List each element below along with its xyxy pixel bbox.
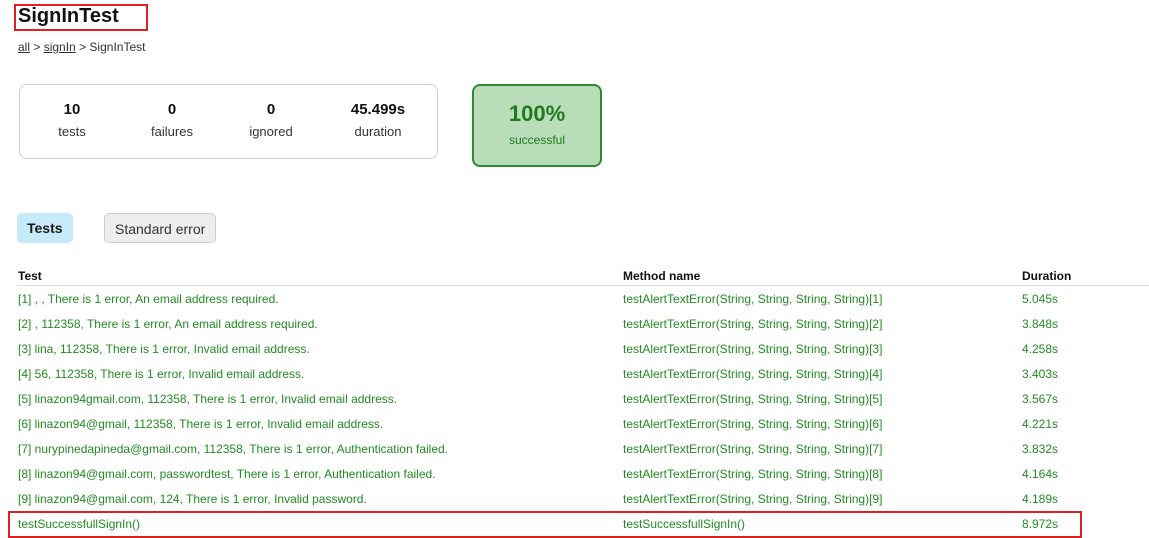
breadcrumb-separator: > — [75, 40, 90, 54]
duration-cell: 8.972s — [1022, 516, 1059, 531]
success-label: successful — [508, 133, 566, 147]
tests-label: tests — [58, 124, 86, 139]
method-name-cell: testAlertTextError(String, String, Strin… — [623, 341, 883, 356]
duration-cell: 3.832s — [1022, 441, 1059, 456]
method-name-cell: testSuccessfullSignIn() — [623, 516, 746, 531]
failures-counter: 0 failures — [122, 101, 222, 139]
test-name-cell: [7] nurypinedapineda@gmail.com, 112358, … — [18, 441, 449, 456]
tab-tests[interactable]: Tests — [17, 213, 73, 243]
test-name-cell: [6] linazon94@gmail, 112358, There is 1 … — [18, 416, 384, 431]
method-name-cell: testAlertTextError(String, String, Strin… — [623, 366, 883, 381]
table-header-row: Test Method name Duration — [17, 266, 1149, 286]
test-name-cell: [3] lina, 112358, There is 1 error, Inva… — [18, 341, 310, 356]
ignored-count: 0 — [266, 101, 276, 118]
breadcrumb-current: SignInTest — [89, 40, 146, 54]
table-row: [8] linazon94@gmail.com, passwordtest, T… — [17, 461, 1149, 486]
breadcrumb-link-all[interactable]: all — [18, 40, 30, 54]
test-name-cell: [1] , , There is 1 error, An email addre… — [18, 291, 279, 306]
failures-count: 0 — [167, 101, 177, 118]
tab-standard-error[interactable]: Standard error — [104, 213, 217, 243]
duration-value: 45.499s — [350, 101, 406, 118]
test-name-cell: [5] linazon94gmail.com, 112358, There is… — [18, 391, 398, 406]
duration-label: duration — [354, 124, 402, 139]
page-title: SignInTest — [18, 5, 119, 27]
method-name-cell: testAlertTextError(String, String, Strin… — [623, 491, 883, 506]
ignored-label: ignored — [249, 124, 293, 139]
table-row: [4] 56, 112358, There is 1 error, Invali… — [17, 361, 1149, 386]
table-row: [7] nurypinedapineda@gmail.com, 112358, … — [17, 436, 1149, 461]
table-row: [5] linazon94gmail.com, 112358, There is… — [17, 386, 1149, 411]
summary-panel: 10 tests 0 failures 0 ignored 45.499s du… — [19, 84, 438, 159]
duration-cell: 4.221s — [1022, 416, 1059, 431]
success-rate: 100% — [508, 101, 566, 126]
test-name-cell: [9] linazon94@gmail.com, 124, There is 1… — [18, 491, 367, 506]
breadcrumb-link-signin[interactable]: signIn — [44, 40, 76, 54]
duration-cell: 3.567s — [1022, 391, 1059, 406]
duration-cell: 4.189s — [1022, 491, 1059, 506]
test-name-cell: testSuccessfullSignIn() — [18, 516, 141, 531]
breadcrumb-separator: > — [30, 40, 44, 54]
tests-counter: 10 tests — [22, 101, 122, 139]
method-name-cell: testAlertTextError(String, String, Strin… — [623, 391, 883, 406]
table-row: [6] linazon94@gmail, 112358, There is 1 … — [17, 411, 1149, 436]
table-row: [1] , , There is 1 error, An email addre… — [17, 286, 1149, 312]
table-row: [2] , 112358, There is 1 error, An email… — [17, 311, 1149, 336]
table-row: [3] lina, 112358, There is 1 error, Inva… — [17, 336, 1149, 361]
column-header-test: Test — [17, 266, 622, 286]
test-name-cell: [4] 56, 112358, There is 1 error, Invali… — [18, 366, 305, 381]
breadcrumb: all > signIn > SignInTest — [18, 40, 145, 54]
duration-cell: 4.258s — [1022, 341, 1059, 356]
column-header-method-name: Method name — [622, 266, 1021, 286]
method-name-cell: testAlertTextError(String, String, Strin… — [623, 416, 883, 431]
method-name-cell: testAlertTextError(String, String, Strin… — [623, 441, 883, 456]
duration-cell: 3.848s — [1022, 316, 1059, 331]
failures-label: failures — [151, 124, 193, 139]
duration-cell: 4.164s — [1022, 466, 1059, 481]
duration-counter: 45.499s duration — [328, 101, 428, 139]
tests-table: Test Method name Duration [1] , , There … — [17, 266, 1149, 536]
duration-cell: 5.045s — [1022, 291, 1059, 306]
method-name-cell: testAlertTextError(String, String, Strin… — [623, 291, 883, 306]
method-name-cell: testAlertTextError(String, String, Strin… — [623, 466, 883, 481]
column-header-duration: Duration — [1021, 266, 1149, 286]
test-name-cell: [8] linazon94@gmail.com, passwordtest, T… — [18, 466, 436, 481]
test-name-cell: [2] , 112358, There is 1 error, An email… — [18, 316, 318, 331]
table-row-highlighted: testSuccessfullSignIn() testSuccessfullS… — [17, 511, 1149, 536]
table-row: [9] linazon94@gmail.com, 124, There is 1… — [17, 486, 1149, 511]
tests-count: 10 — [63, 101, 81, 118]
success-rate-box: 100% successful — [472, 84, 602, 167]
duration-cell: 3.403s — [1022, 366, 1059, 381]
ignored-counter: 0 ignored — [221, 101, 321, 139]
method-name-cell: testAlertTextError(String, String, Strin… — [623, 316, 883, 331]
